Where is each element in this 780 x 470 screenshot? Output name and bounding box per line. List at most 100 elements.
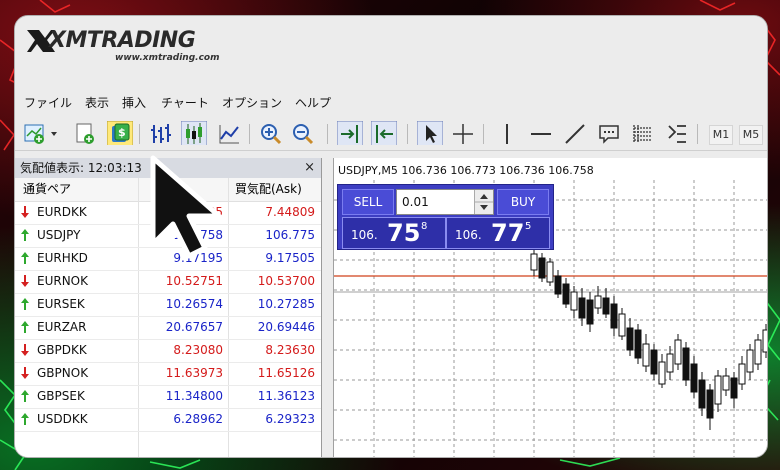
- symbol-cell: USDJPY: [37, 228, 81, 242]
- candle-body: [530, 253, 538, 271]
- candlestick-icon[interactable]: [181, 121, 207, 145]
- column-header-symbol[interactable]: 通貨ペア: [23, 178, 71, 201]
- toolbar-separator: [407, 124, 408, 144]
- candle-body: [642, 343, 650, 367]
- menu-bar: ファイル 表示 挿入 チャート オプション ヘルプ: [15, 90, 767, 112]
- candle-body: [690, 363, 698, 393]
- up-arrow-icon: [21, 390, 29, 402]
- toolbar-separator: [483, 124, 484, 144]
- one-click-trading-panel: SELL 0.01 BUY 106. 75 8 106. 77 5: [337, 184, 554, 250]
- buy-button[interactable]: BUY: [497, 189, 549, 215]
- menu-insert[interactable]: 挿入: [122, 94, 146, 111]
- buy-price-big: 77: [491, 219, 525, 247]
- down-arrow-icon: [21, 344, 29, 356]
- up-arrow-icon: [21, 321, 29, 333]
- down-arrow-icon: [21, 367, 29, 379]
- market-watch-row[interactable]: EURNOK 10.52751 10.53700: [15, 270, 321, 294]
- chart-shift-icon[interactable]: [337, 121, 363, 145]
- toolbar-separator: [327, 124, 328, 144]
- toolbar-separator: [139, 124, 140, 144]
- market-watch-row[interactable]: USDDKK 6.28962 6.29323: [15, 408, 321, 432]
- bid-cell: 10.26574: [165, 297, 223, 311]
- symbol-cell: EURNOK: [37, 274, 88, 288]
- pointer-arrow-icon: [150, 155, 222, 259]
- candle-body: [634, 329, 642, 359]
- ask-cell: 11.36123: [257, 389, 315, 403]
- candle-body: [658, 361, 666, 385]
- candle-body: [706, 389, 714, 419]
- candle-body: [586, 299, 594, 325]
- candle-body: [674, 339, 682, 365]
- ask-cell: 9.17505: [265, 251, 315, 265]
- menu-options[interactable]: オプション: [222, 94, 282, 111]
- new-order-icon[interactable]: $: [107, 121, 133, 145]
- symbol-cell: USDDKK: [37, 412, 88, 426]
- horizontal-line-icon[interactable]: [529, 122, 553, 146]
- pointer-cursor-icon[interactable]: [417, 121, 443, 145]
- candle-body: [650, 349, 658, 375]
- fibonacci-icon[interactable]: [631, 122, 655, 146]
- menu-view[interactable]: 表示: [85, 94, 109, 111]
- sell-price-sup: 8: [421, 221, 428, 232]
- buy-price-sup: 5: [525, 221, 532, 232]
- ask-cell: 6.29323: [265, 412, 315, 426]
- sell-button[interactable]: SELL: [342, 189, 394, 215]
- candle-body: [626, 327, 634, 351]
- market-watch-row[interactable]: EURSEK 10.26574 10.27285: [15, 293, 321, 317]
- up-arrow-icon: [21, 229, 29, 241]
- bid-cell: 11.63973: [165, 366, 223, 380]
- lot-spinner[interactable]: [474, 190, 493, 214]
- down-arrow-icon: [21, 275, 29, 287]
- symbol-cell: GBPSEK: [37, 389, 85, 403]
- objects-icon[interactable]: [665, 122, 689, 146]
- market-watch-row[interactable]: GBPNOK 11.63973 11.65126: [15, 362, 321, 386]
- market-watch-row[interactable]: GBPDKK 8.23080 8.23630: [15, 339, 321, 363]
- candle-body: [538, 257, 546, 279]
- menu-file[interactable]: ファイル: [24, 94, 72, 111]
- lot-size-value: 0.01: [402, 195, 429, 209]
- candle-body: [546, 261, 554, 283]
- candle-body: [562, 283, 570, 305]
- lot-size-input[interactable]: 0.01: [396, 189, 494, 215]
- bid-cell: 10.52751: [165, 274, 223, 288]
- new-chart-icon[interactable]: [23, 122, 59, 146]
- candle-body: [618, 313, 626, 337]
- candle-body: [762, 329, 767, 353]
- autoscroll-icon[interactable]: [371, 121, 397, 145]
- zoom-out-icon[interactable]: [291, 122, 315, 146]
- zoom-in-icon[interactable]: [259, 122, 283, 146]
- market-watch-title: 気配値表示: 12:03:13: [20, 161, 142, 175]
- menu-help[interactable]: ヘルプ: [295, 94, 331, 111]
- profiles-icon[interactable]: [73, 122, 97, 146]
- svg-text:$: $: [118, 126, 126, 139]
- ask-cell: 20.69446: [257, 320, 315, 334]
- candle-body: [682, 347, 690, 381]
- crosshair-icon[interactable]: [451, 122, 475, 146]
- down-arrow-icon: [21, 206, 29, 218]
- candle-body: [578, 297, 586, 319]
- symbol-cell: GBPDKK: [37, 343, 87, 357]
- sell-price-quote[interactable]: 106. 75 8: [342, 217, 446, 249]
- buy-price-quote[interactable]: 106. 77 5: [446, 217, 550, 249]
- symbol-cell: EURDKK: [37, 205, 87, 219]
- line-chart-icon[interactable]: [217, 122, 241, 146]
- toolbar-separator: [697, 124, 698, 144]
- logo-url: www.xmtrading.com: [115, 53, 220, 63]
- symbol-cell: GBPNOK: [37, 366, 89, 380]
- bid-cell: 11.34800: [165, 389, 223, 403]
- market-watch-row[interactable]: GBPSEK 11.34800 11.36123: [15, 385, 321, 409]
- text-label-icon[interactable]: [597, 122, 621, 146]
- vertical-line-icon[interactable]: [495, 122, 519, 146]
- market-watch-row[interactable]: EURZAR 20.67657 20.69446: [15, 316, 321, 340]
- close-icon[interactable]: ×: [304, 158, 315, 178]
- bid-cell: 8.23080: [173, 343, 223, 357]
- timeframe-m1-button[interactable]: M1: [709, 125, 733, 145]
- symbol-cell: EURZAR: [37, 320, 87, 334]
- menu-chart[interactable]: チャート: [161, 94, 209, 111]
- column-header-ask[interactable]: 買気配(Ask): [235, 178, 302, 201]
- candle-body: [730, 377, 738, 399]
- bar-chart-icon[interactable]: [149, 122, 173, 146]
- bid-cell: 20.67657: [165, 320, 223, 334]
- timeframe-m5-button[interactable]: M5: [739, 125, 763, 145]
- trendline-icon[interactable]: [563, 122, 587, 146]
